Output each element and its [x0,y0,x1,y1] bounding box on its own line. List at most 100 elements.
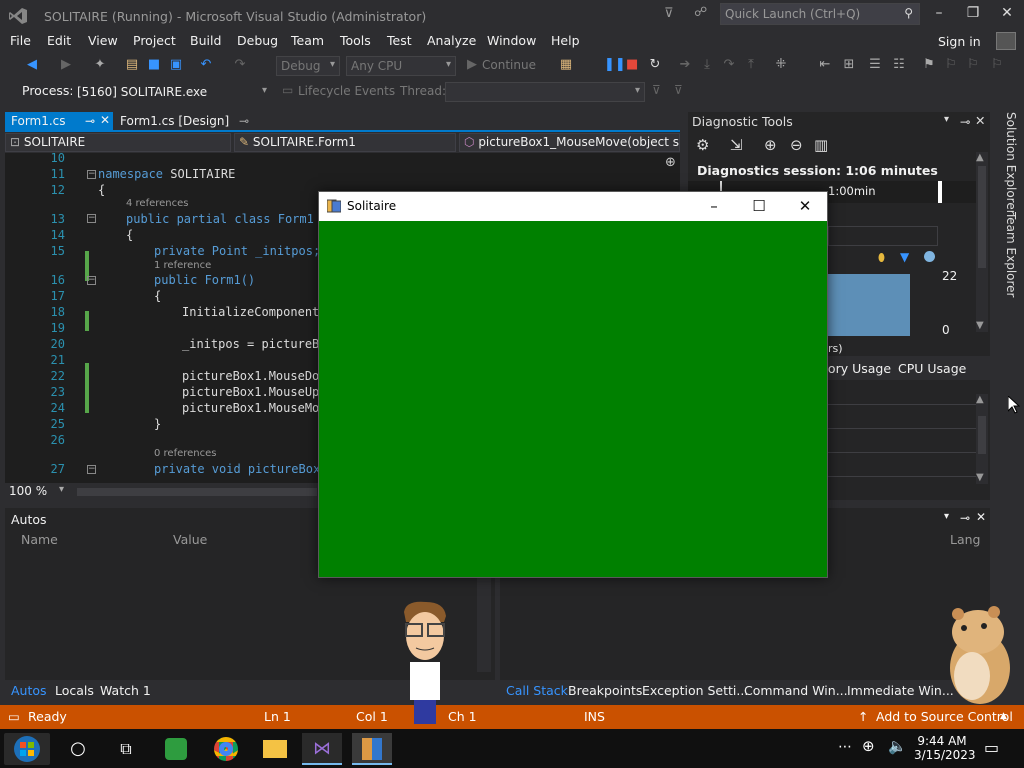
menu-help[interactable]: Help [551,33,580,48]
menu-team[interactable]: Team [291,33,324,48]
tab-call-stack[interactable]: Call Stack [506,683,568,698]
column-name[interactable]: Name [21,532,58,547]
cartoon-character-sprite[interactable] [398,600,452,726]
bookmark-icon[interactable]: ⚑ [922,56,936,74]
back-icon[interactable]: ◀ [24,56,40,74]
process-icon[interactable]: ▦ [558,56,574,74]
vertical-scrollbar[interactable]: ▲ ▼ [976,152,988,332]
menu-file[interactable]: File [10,33,31,48]
add-to-source-control-button[interactable]: Add to Source Control [876,709,1013,724]
reset-view-icon[interactable]: ▥ [814,136,828,154]
tab-watch-1[interactable]: Watch 1 [100,683,151,698]
account-avatar-icon[interactable] [996,32,1016,50]
tab-immediate-window[interactable]: Immediate Win... [847,683,954,698]
configuration-dropdown[interactable]: Debug [276,56,340,76]
tab-form1-cs[interactable]: Form1.cs ⊸ ✕ [5,112,113,131]
pin-icon[interactable]: ⊸ [85,114,95,128]
zoom-level[interactable]: 100 % [9,484,47,498]
tab-cpu-usage[interactable]: CPU Usage [898,361,966,376]
vertical-scrollbar[interactable]: ▲ ▼ [976,394,988,484]
process-dropdown[interactable]: [5160] SOLITAIRE.exe [72,82,272,102]
break-all-icon[interactable]: ❚❚ [604,56,626,74]
scroll-down-icon[interactable]: ▼ [976,472,984,483]
chrome-icon[interactable] [206,733,246,765]
form-minimize-button[interactable]: – [694,195,734,217]
show-hidden-icons[interactable]: ⋯ [838,739,852,755]
game-board[interactable] [319,221,827,577]
collapse-icon[interactable]: − [87,465,96,474]
sign-in-link[interactable]: Sign in [938,34,981,49]
pane-menu-icon[interactable]: ▾ [944,114,949,125]
scroll-up-icon[interactable]: ▲ [976,394,984,405]
file-explorer-icon[interactable] [255,733,295,765]
scroll-up-icon[interactable]: ▲ [976,152,984,163]
notes-app-icon[interactable] [156,733,196,765]
search-icon[interactable]: ○ [58,733,98,765]
find-in-files-icon[interactable]: ⇤ [818,56,832,74]
stack-frame-icon[interactable]: ⊽ [674,83,683,97]
hex-display-icon[interactable]: ⁜ [774,56,788,74]
continue-button[interactable]: Continue [482,56,546,74]
scroll-thumb[interactable] [978,416,986,454]
prev-bookmark-icon[interactable]: ⚐ [944,56,958,74]
visual-studio-taskbar-icon[interactable]: ⋈ [302,733,342,765]
redo-icon[interactable]: ↷ [232,56,248,74]
codelens-references[interactable]: 0 references [154,448,217,459]
quick-launch-input[interactable]: Quick Launch (Ctrl+Q) ⚲ [720,3,920,25]
save-all-icon[interactable]: ▣ [168,56,184,74]
pane-menu-icon[interactable]: ▾ [944,511,949,522]
menu-test[interactable]: Test [387,33,412,48]
clear-bookmarks-icon[interactable]: ⚐ [990,56,1004,74]
collapse-icon[interactable]: − [87,276,96,285]
hamster-sprite[interactable] [942,606,1018,708]
filter-icon[interactable]: ⊽ [664,6,674,21]
collapse-icon[interactable]: − [87,170,96,179]
platform-dropdown[interactable]: Any CPU [346,56,456,76]
zoom-in-icon[interactable]: ⊕ [764,136,777,154]
settings-icon[interactable]: ⚙ [696,136,709,154]
menu-project[interactable]: Project [133,33,176,48]
codelens-references[interactable]: 4 references [126,198,189,209]
show-next-statement-icon[interactable]: ➔ [678,56,692,74]
chevron-up-icon[interactable]: ▲ [1000,711,1007,721]
pane-close-icon[interactable]: ✕ [976,510,986,524]
zoom-out-icon[interactable]: ⊖ [790,136,803,154]
tab-team-explorer[interactable]: Team Explorer [1004,212,1018,298]
member-dropdown[interactable]: ⬡ pictureBox1_MouseMove(object se [459,133,680,152]
pin-icon[interactable]: ⊸ [239,114,249,128]
feedback-icon[interactable]: ☍ [694,5,707,20]
menu-build[interactable]: Build [190,33,221,48]
form-maximize-button[interactable]: ☐ [739,195,779,217]
tab-close-icon[interactable]: ✕ [100,113,110,127]
solution-icon[interactable]: ⊞ [842,56,856,74]
vertical-scrollbar[interactable] [477,568,491,672]
exception-event-icon[interactable]: ⬮ [878,251,885,265]
task-view-icon[interactable]: ⧉ [106,733,146,765]
notification-center-icon[interactable]: ▭ [984,738,999,757]
horizontal-scrollbar[interactable] [77,488,317,496]
restore-button[interactable]: ❐ [958,5,988,25]
column-language[interactable]: Lang [950,532,980,547]
tab-memory-usage[interactable]: nory Usage [820,361,891,376]
zoom-dropdown-icon[interactable]: ▾ [59,484,64,495]
collapse-icon[interactable]: − [87,214,96,223]
clock[interactable]: 9:44 AM 3/15/2023 [914,734,976,762]
pane-pin-icon[interactable]: ⊸ [960,114,970,129]
close-button[interactable]: ✕ [992,5,1022,25]
minimize-button[interactable]: – [924,5,954,25]
new-project-icon[interactable]: ✦ [92,56,108,74]
codelens-references[interactable]: 1 reference [154,260,211,271]
pane-pin-icon[interactable]: ⊸ [960,511,970,525]
lifecycle-events-dropdown[interactable]: Lifecycle Events [298,84,395,98]
menu-debug[interactable]: Debug [237,33,278,48]
tab-exception-settings[interactable]: Exception Setti... [642,683,748,698]
break-event-icon[interactable]: ▼ [900,250,909,264]
scroll-down-icon[interactable]: ▼ [976,320,984,331]
export-icon[interactable]: ⇲ [730,136,743,154]
tab-solution-explorer[interactable]: Solution Explorer [1004,112,1018,215]
tab-autos[interactable]: Autos [11,683,47,698]
network-icon[interactable]: ⊕ [862,737,875,755]
menu-tools[interactable]: Tools [340,33,371,48]
stop-debugging-icon[interactable]: ■ [626,56,638,74]
forward-icon[interactable]: ▶ [58,56,74,74]
